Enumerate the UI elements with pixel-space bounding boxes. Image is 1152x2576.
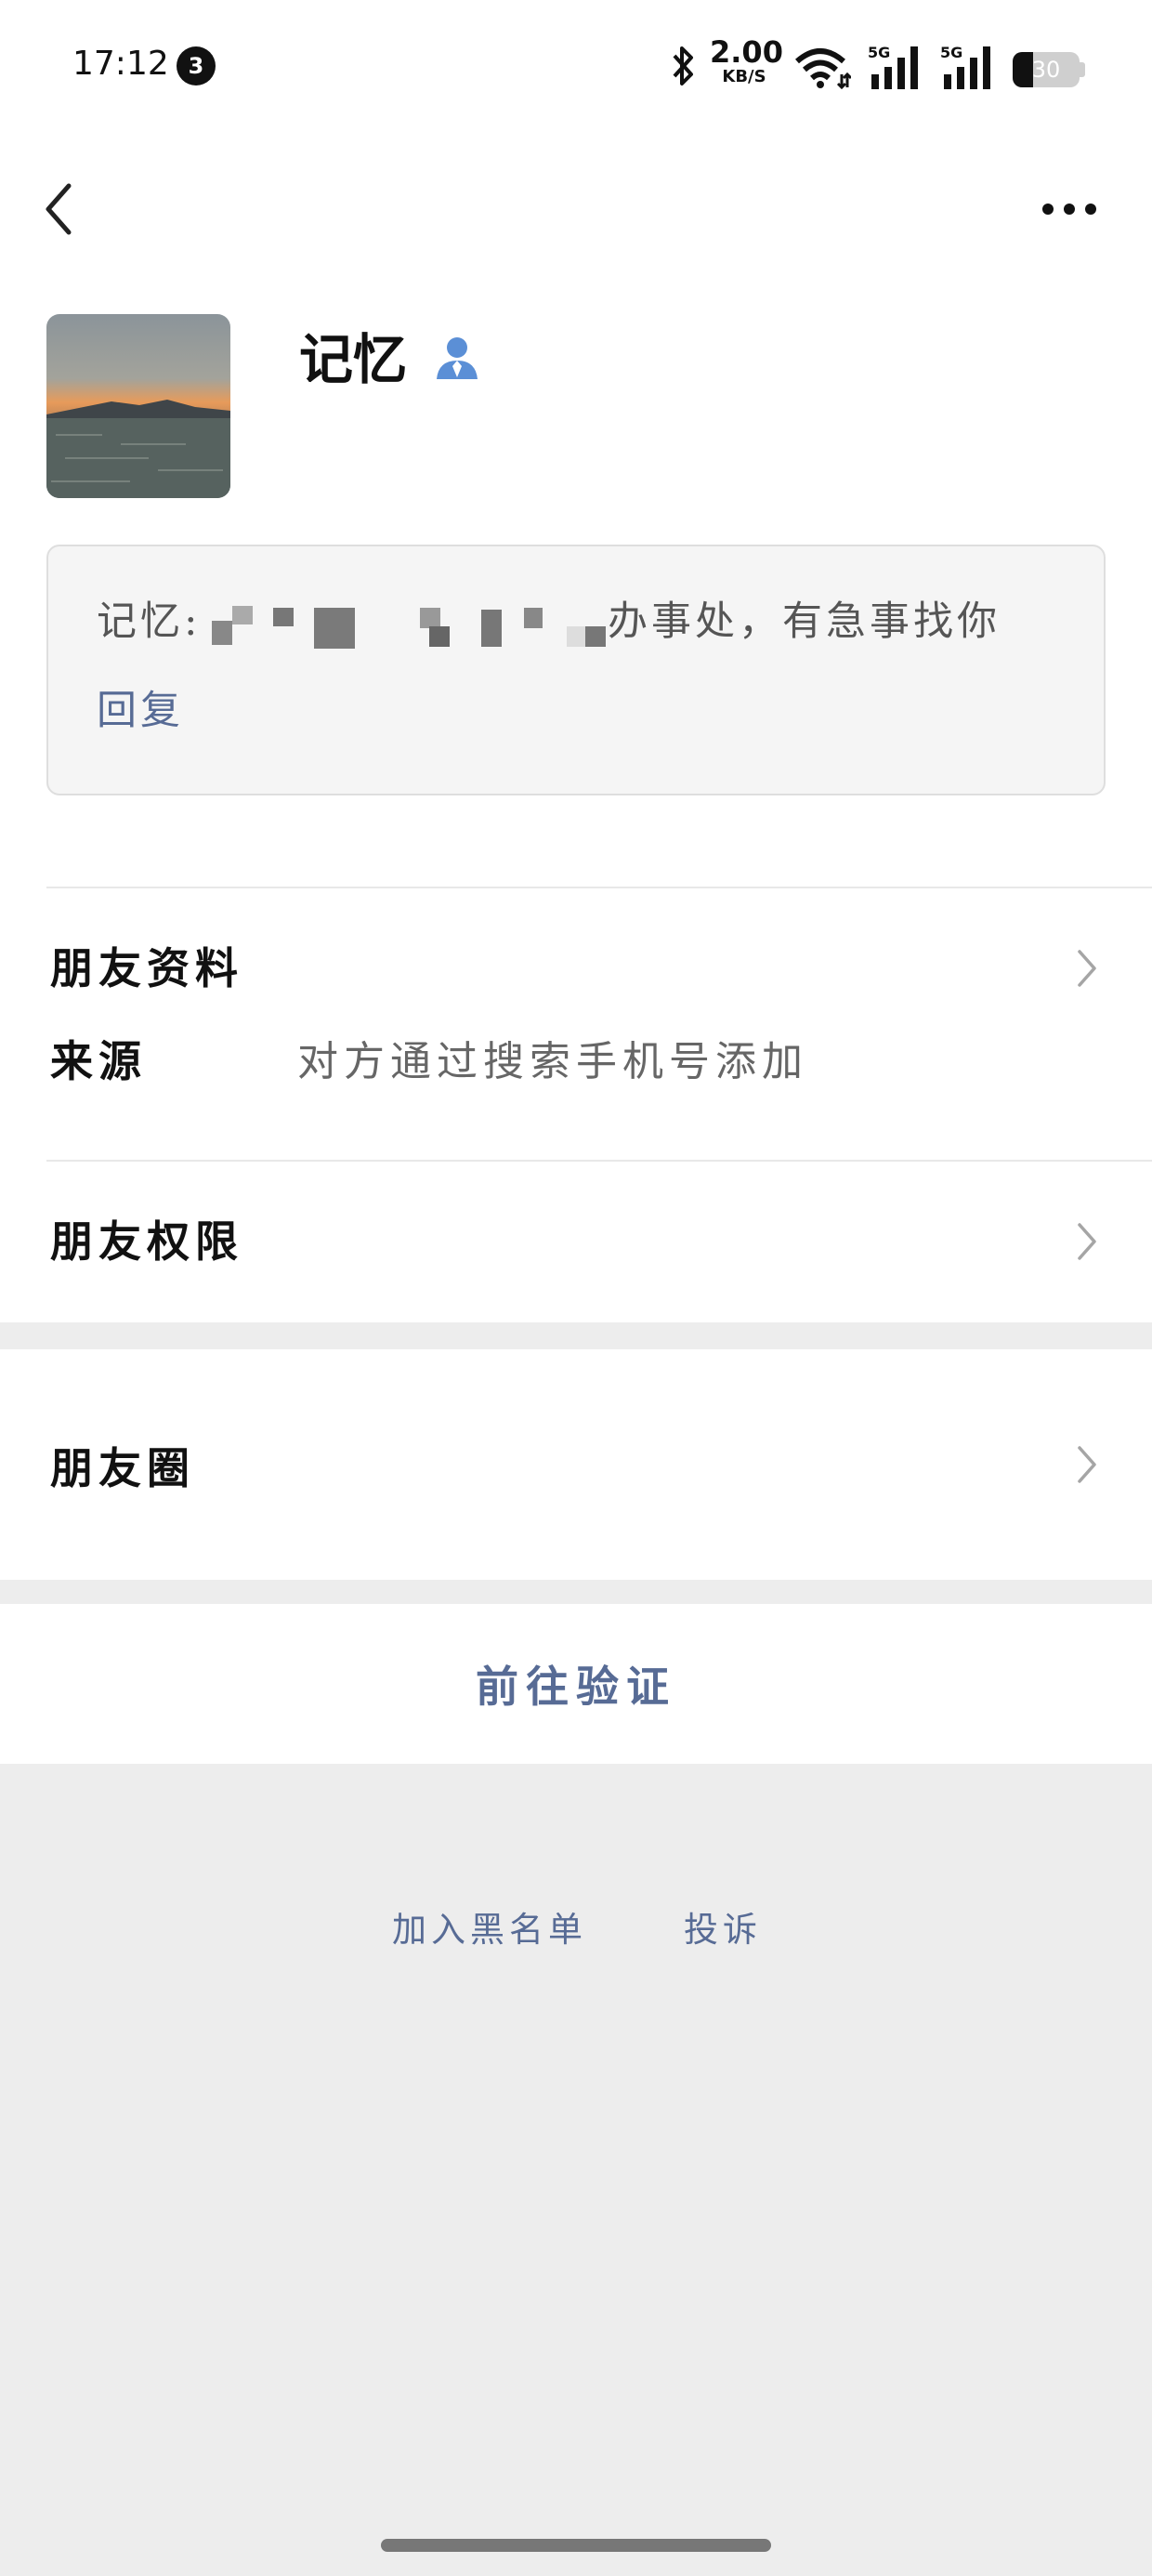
add-to-blacklist-link[interactable]: 加入黑名单 <box>392 1901 587 1952</box>
contact-name: 记忆 <box>299 328 408 391</box>
avatar[interactable] <box>46 314 230 498</box>
notification-badge: 3 <box>177 46 216 85</box>
signal-icon-2: 5G <box>940 44 990 89</box>
chevron-right-icon <box>1078 950 1096 987</box>
verification-message-box: 记忆: 办事处，有急事找你 回复 <box>46 545 1106 795</box>
friend-permissions-row[interactable]: 朋友权限 <box>0 1162 1152 1275</box>
bottom-links: 加入黑名单 投诉 <box>0 1901 1152 1950</box>
friend-info-label: 朋友资料 <box>50 943 243 993</box>
moments-label: 朋友圈 <box>50 1443 195 1493</box>
message-prefix: 记忆: <box>97 598 202 645</box>
chevron-right-icon <box>1078 1223 1096 1260</box>
status-bar: 17:12 3 2.00 KB/S 5G 5G 30 <box>0 0 1152 139</box>
battery-icon: 30 <box>1013 52 1085 87</box>
signal-label-1: 5G <box>868 44 890 61</box>
signal-icon: 5G <box>868 44 918 89</box>
home-indicator[interactable] <box>381 2539 771 2552</box>
friend-permissions-label: 朋友权限 <box>50 1216 243 1267</box>
source-row: 来源 对方通过搜索手机号添加 <box>0 1028 1152 1102</box>
more-options-button[interactable] <box>1041 195 1098 223</box>
reply-link[interactable]: 回复 <box>97 678 184 736</box>
battery-level: 30 <box>1031 57 1061 83</box>
chevron-right-icon <box>1078 1446 1096 1483</box>
back-button[interactable] <box>37 177 78 242</box>
go-verify-button[interactable]: 前往验证 <box>0 1604 1152 1764</box>
source-value: 对方通过搜索手机号添加 <box>297 1038 808 1085</box>
message-text: 办事处，有急事找你 <box>608 598 1001 645</box>
signal-label-2: 5G <box>940 44 962 61</box>
contact-profile-section: 记忆 记忆: 办事处，有急事找你 回复 朋友资料 来源 对方通过搜索手机号添加 … <box>0 139 1152 1322</box>
moments-row[interactable]: 朋友圈 <box>0 1349 1152 1580</box>
verify-section: 前往验证 <box>0 1604 1152 1764</box>
wifi-icon <box>795 48 851 89</box>
person-icon <box>437 337 478 379</box>
status-time: 17:12 <box>72 45 169 83</box>
redacted-mosaic <box>212 621 232 645</box>
source-label: 来源 <box>50 1036 147 1086</box>
friend-info-row[interactable]: 朋友资料 <box>0 888 1152 993</box>
report-link[interactable]: 投诉 <box>684 1901 762 1952</box>
bluetooth-icon <box>673 46 693 85</box>
network-speed: 2.00 KB/S <box>710 34 783 86</box>
